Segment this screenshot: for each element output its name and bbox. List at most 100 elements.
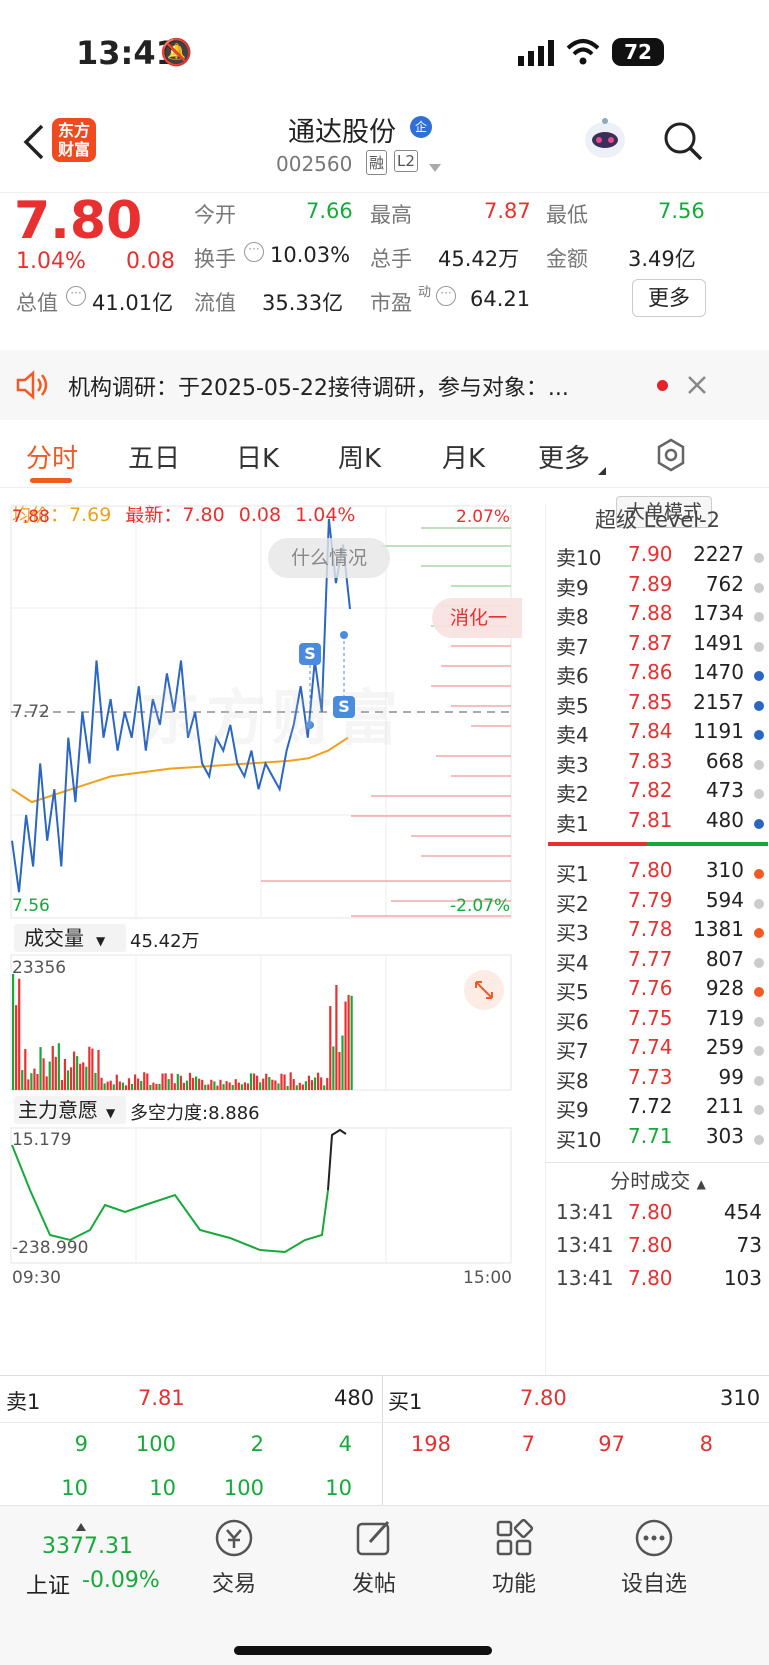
info-icon[interactable]: ··· (244, 242, 264, 262)
ask-volume: 762 (706, 572, 744, 596)
volume-bar (39, 1047, 41, 1090)
back-icon[interactable] (14, 122, 54, 162)
status-dot (754, 789, 764, 799)
volume-bar (143, 1072, 145, 1090)
sell-marker-icon[interactable]: S (299, 643, 321, 665)
volume-bar (268, 1077, 270, 1090)
volume-bar (161, 1074, 163, 1090)
volume-bar (247, 1083, 249, 1090)
bid-row: 买4 7.77 807 (546, 947, 769, 978)
bid-volume: 211 (706, 1094, 744, 1118)
nav-trade[interactable]: 交易 (174, 1506, 294, 1616)
ask-queue-row: 9 100 2 4 (0, 1432, 382, 1462)
logo-line2: 财富 (52, 140, 96, 159)
volume-bar (311, 1080, 313, 1090)
discussion-bubble[interactable]: 消化一 (432, 598, 522, 638)
volume-bar (61, 1080, 63, 1090)
status-dot (754, 760, 764, 770)
volume-bar (177, 1074, 179, 1090)
volume-bar (274, 1080, 276, 1090)
tab-intraday[interactable]: 分时 (26, 438, 78, 475)
nav-post[interactable]: 发帖 (314, 1506, 434, 1616)
ticks-title[interactable]: 分时成交 ▲ (546, 1162, 769, 1198)
quote-panel: 7.80 1.04% 0.08 总值 ··· 41.01亿 今开 7.66 换手… (0, 192, 769, 350)
ask-row: 卖6 7.86 1470 (546, 660, 769, 691)
nav-post-label: 发帖 (314, 1566, 434, 1598)
volume-selector[interactable]: 成交量 ▼ (14, 924, 126, 952)
ask-level: 卖7 (556, 631, 589, 660)
notice-bar[interactable]: 机构调研：于2025-05-22接待调研，参与对象：... (0, 350, 769, 420)
bid-row: 买1 7.80 310 (546, 858, 769, 889)
expand-icon[interactable] (464, 970, 504, 1010)
volume-bar (76, 1056, 78, 1090)
bid-level: 买2 (556, 888, 589, 917)
tick-time: 13:41 (556, 1266, 614, 1290)
volume-bar (305, 1081, 307, 1090)
battery-icon: 72 (612, 38, 664, 66)
robot-assistant-icon[interactable] (582, 116, 628, 162)
ask-price: 7.90 (628, 542, 673, 566)
index-value[interactable]: 3377.31 (42, 1534, 133, 1559)
index-name[interactable]: 上证 (26, 1568, 70, 1600)
high-label: 最高 (370, 199, 412, 229)
volume-bar (158, 1084, 160, 1090)
volume-bar (320, 1077, 322, 1090)
float-label: 流值 (194, 287, 236, 317)
level2-book: 卖10 7.90 2227 卖9 7.89 762 卖8 7.88 1734 卖7 7.87 1491… (545, 540, 769, 1375)
stock-code: 002560 (276, 152, 352, 176)
dropdown-icon[interactable] (428, 158, 442, 168)
bid-row: 买8 7.73 99 (546, 1065, 769, 1096)
status-dot (754, 958, 764, 968)
bottom-nav: 3377.31 上证 -0.09% 交易 发帖 功能 设自选 (0, 1505, 769, 1665)
ask-volume: 1491 (693, 631, 744, 655)
logo-line1: 东方 (52, 121, 96, 140)
tab-more[interactable]: 更多 (538, 438, 590, 475)
volume-bar (326, 1078, 328, 1090)
margin-tag: 融 (366, 150, 387, 175)
volume-bar (192, 1078, 194, 1090)
pct-min-label: -2.07% (450, 896, 510, 916)
tab-five-day[interactable]: 五日 (128, 438, 180, 475)
ask-volume: 1470 (693, 660, 744, 684)
volume-bar (49, 1062, 51, 1090)
ask-row: 卖4 7.84 1191 (546, 719, 769, 750)
volume-bar (107, 1082, 109, 1090)
index-pct[interactable]: -0.09% (82, 1568, 160, 1593)
discussion-bubble[interactable]: 什么情况 (268, 538, 390, 578)
queue-bid-price: 7.80 (520, 1386, 567, 1410)
tab-monthly-k[interactable]: 月K (442, 438, 485, 475)
close-icon[interactable] (686, 374, 708, 396)
indicator-selector[interactable]: 主力意愿 ▼ (14, 1096, 126, 1124)
settings-icon[interactable] (654, 438, 688, 472)
bid-level: 买5 (556, 976, 589, 1005)
bid-level: 买8 (556, 1065, 589, 1094)
volume-bar (299, 1083, 301, 1090)
tab-daily-k[interactable]: 日K (236, 438, 279, 475)
more-button[interactable]: 更多 (632, 279, 706, 317)
nav-functions[interactable]: 功能 (454, 1506, 574, 1616)
volume-value: 45.42万 (438, 243, 519, 273)
volume-bar (250, 1073, 252, 1090)
sell-marker-icon[interactable]: S (333, 696, 355, 718)
info-icon[interactable]: ··· (436, 286, 456, 306)
ask-level: 卖5 (556, 690, 589, 719)
ask-price: 7.83 (628, 749, 673, 773)
volume-bar (27, 1079, 29, 1090)
tab-weekly-k[interactable]: 周K (338, 438, 381, 475)
volume-bar (341, 1035, 343, 1090)
volume-bar (131, 1084, 133, 1090)
info-icon[interactable]: ··· (66, 286, 86, 306)
volume-bar (171, 1073, 173, 1090)
low-value: 7.56 (658, 199, 705, 223)
y-mid-label: 7.72 (12, 702, 50, 722)
nav-watchlist[interactable]: 设自选 (594, 1506, 714, 1616)
volume-bar (277, 1083, 279, 1090)
ask-volume: 2227 (693, 542, 744, 566)
volume-bar (207, 1084, 209, 1090)
tick-price: 7.80 (628, 1233, 673, 1257)
caret-up-icon[interactable] (76, 1516, 86, 1524)
tick-volume: 454 (724, 1200, 762, 1224)
ask-row: 卖1 7.81 480 (546, 808, 769, 839)
status-dot (754, 1046, 764, 1056)
search-icon[interactable] (662, 120, 704, 162)
